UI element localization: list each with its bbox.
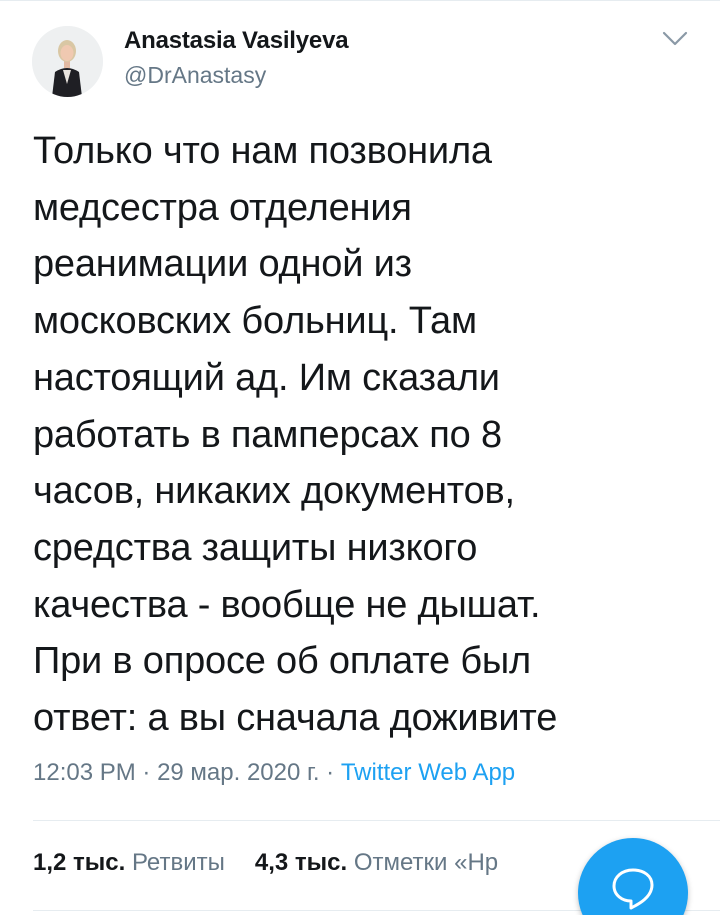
tweet-text-line: настоящий ад. Им сказали: [33, 356, 500, 399]
tweet-date[interactable]: 29 мар. 2020 г.: [157, 759, 319, 786]
meta-separator: ·: [135, 759, 158, 786]
divider: [33, 820, 720, 821]
avatar-photo: [32, 26, 103, 97]
tweet-text-line: реанимации одной из: [33, 243, 412, 286]
display-name[interactable]: Anastasia Vasilyeva: [124, 27, 349, 55]
tweet-meta: 12:03 PM · 29 мар. 2020 г. · Twitter Web…: [33, 759, 515, 787]
tweet-text-line: часов, никаких документов,: [33, 470, 515, 513]
retweets-label: Ретвиты: [131, 849, 225, 876]
chevron-down-icon[interactable]: [662, 30, 688, 48]
reply-fab-button[interactable]: [578, 838, 688, 915]
tweet-text: Только что нам позвонила медсестра отделе…: [33, 123, 703, 747]
retweets-count: 1,2 тыс.: [33, 849, 126, 876]
reply-bubble-icon: [612, 868, 654, 910]
tweet-text-line: При в опросе об оплате был: [33, 640, 532, 683]
avatar[interactable]: [32, 26, 103, 97]
likes-count: 4,3 тыс.: [254, 849, 348, 876]
user-handle[interactable]: @DrAnastasy: [124, 62, 266, 89]
likes-stat[interactable]: 4,3 тыс. Отметки «Нр: [255, 849, 498, 876]
tweet-source-link[interactable]: Twitter Web App: [341, 759, 515, 786]
meta-separator: ·: [319, 759, 341, 786]
likes-label: Отметки «Нр: [353, 849, 499, 876]
tweet-text-line: московских больниц. Там: [33, 300, 477, 343]
tweet-text-line: медсестра отделения: [33, 186, 412, 229]
retweets-stat[interactable]: 1,2 тыс. Ретвиты: [33, 849, 225, 876]
tweet-text-line: средства защиты низкого: [33, 526, 478, 569]
tweet-detail-page: Anastasia Vasilyeva @DrAnastasy Только ч…: [0, 0, 720, 915]
tweet-time[interactable]: 12:03 PM: [33, 759, 136, 786]
tweet-text-line: Только что нам позвонила: [33, 130, 492, 172]
tweet-text-line: ответ: а вы сначала доживите: [33, 697, 558, 740]
tweet-stats: 1,2 тыс. Ретвиты 4,3 тыс. Отметки «Нр: [33, 849, 498, 877]
tweet-text-line: качества - вообще не дышат.: [33, 583, 541, 626]
tweet-text-line: работать в памперсах по 8: [33, 413, 502, 456]
top-border: [0, 0, 720, 1]
